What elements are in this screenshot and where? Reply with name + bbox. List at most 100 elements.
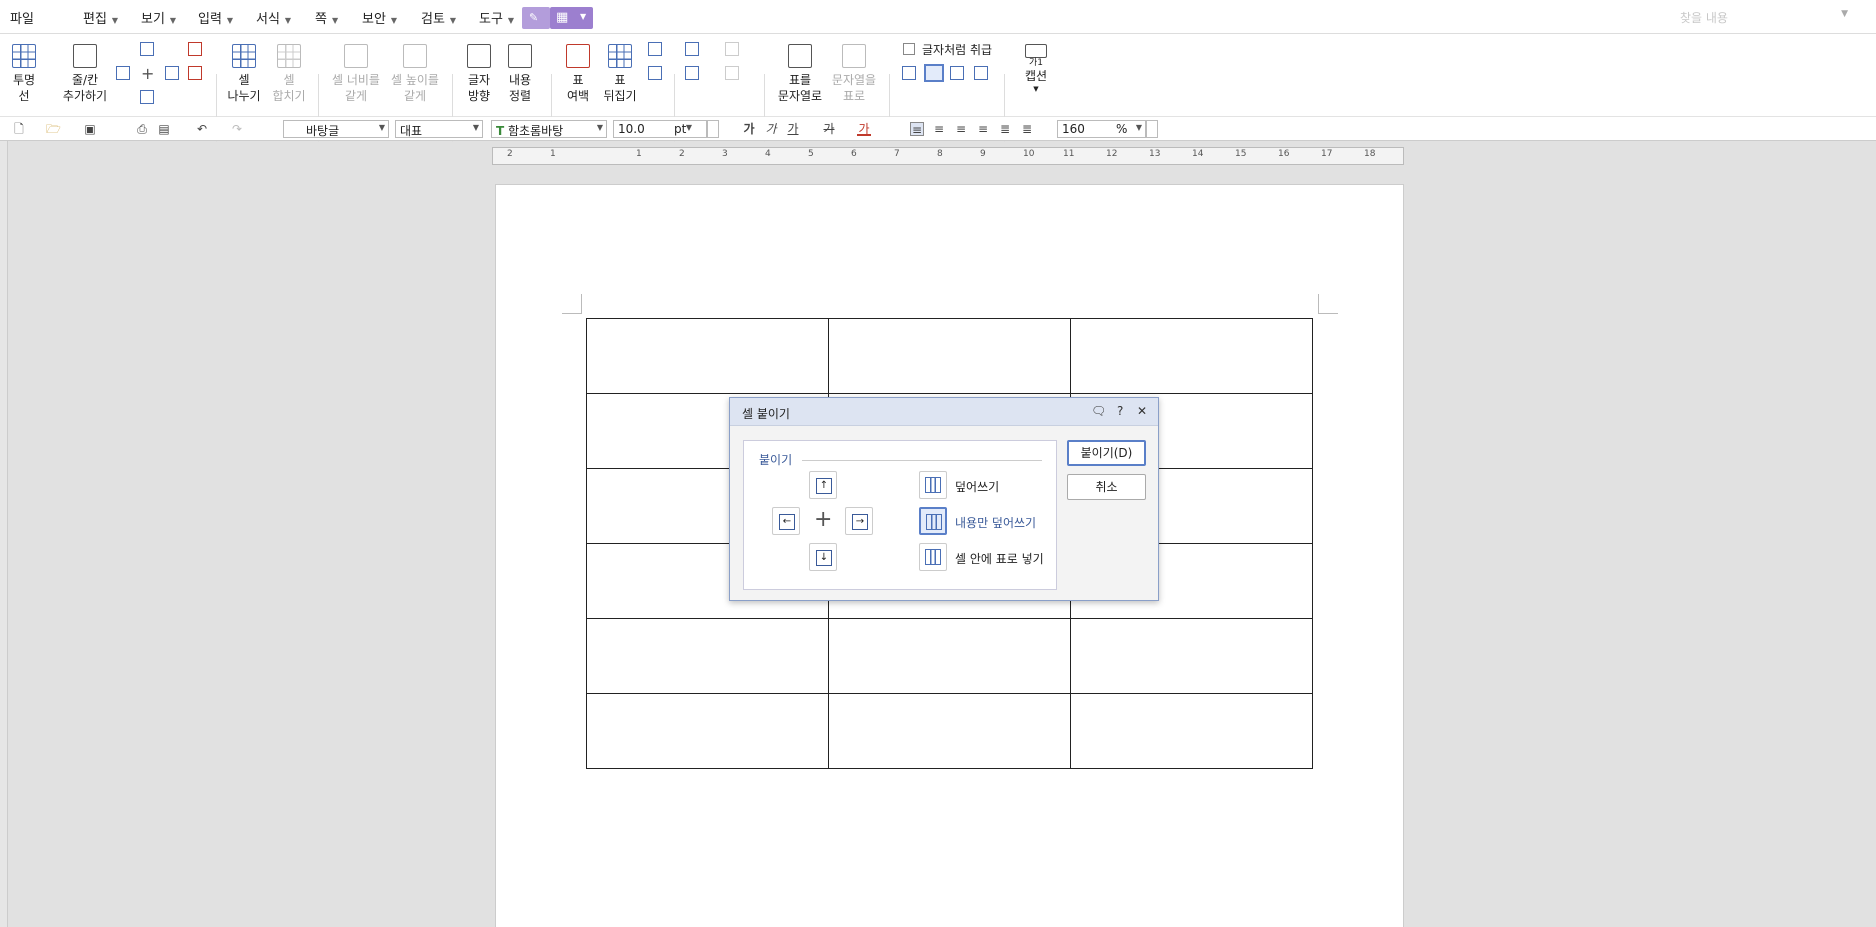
add-row-col-button[interactable]: 줄/칸 추가하기 xyxy=(60,44,110,104)
align-center-icon[interactable]: ≡ xyxy=(954,122,968,136)
strikethrough-icon[interactable]: 가 xyxy=(822,122,836,136)
wrap-topbottom-icon[interactable] xyxy=(924,64,944,82)
preview-icon[interactable]: ▤ xyxy=(157,122,171,136)
button-label: 셀 너비를 같게 xyxy=(332,73,380,103)
menu-tools[interactable]: 도구 ▼ xyxy=(479,8,514,27)
align-right-icon[interactable]: ≡ xyxy=(976,122,990,136)
menu-edit[interactable]: 편집 ▼ xyxy=(83,8,118,27)
paste-button[interactable]: 붙이기(D) xyxy=(1067,440,1146,466)
underline-icon[interactable]: 가 xyxy=(786,122,800,136)
menu-review[interactable]: 검토 ▼ xyxy=(421,8,456,27)
comment-icon[interactable]: 🗨 xyxy=(1091,404,1106,418)
caption-button[interactable]: 가1 캡션 ▼ xyxy=(1020,44,1052,94)
equal-height-button[interactable]: 셀 높이를 같게 xyxy=(388,44,442,104)
delete-row-icon[interactable] xyxy=(188,42,202,56)
text-to-table-icon xyxy=(842,44,866,68)
insert-col-left-icon[interactable] xyxy=(116,66,130,80)
table-cell[interactable] xyxy=(828,618,1071,694)
button-label: 셀 합치기 xyxy=(272,73,306,103)
save-icon[interactable]: ▣ xyxy=(83,122,97,136)
paste-left-button[interactable]: ← xyxy=(772,507,800,535)
table-layout-tab[interactable]: ▦ ▼ xyxy=(550,7,593,29)
calc-icon[interactable] xyxy=(725,66,739,80)
dialog-titlebar[interactable]: 셀 붙이기 🗨 ? ✕ xyxy=(730,398,1158,426)
font-size-input[interactable]: 10.0 pt ▼ xyxy=(613,120,707,138)
merge-cell-button[interactable]: 셀 합치기 xyxy=(272,44,306,104)
table-cell[interactable] xyxy=(828,318,1071,394)
align-justify-icon[interactable]: ≡ xyxy=(910,122,924,137)
text-direction-icon xyxy=(467,44,491,68)
paste-up-button[interactable]: ↑ xyxy=(809,471,837,499)
table-cell[interactable] xyxy=(828,693,1071,769)
insert-row-below-icon[interactable] xyxy=(140,90,154,104)
wrap-behind-icon[interactable] xyxy=(950,66,964,80)
content-align-button[interactable]: 내용 정렬 xyxy=(503,44,537,104)
formula-icon[interactable] xyxy=(725,42,739,56)
flip-table-button[interactable]: 표 뒤집기 xyxy=(603,44,637,104)
menu-view[interactable]: 보기 ▼ xyxy=(141,8,176,27)
overwrite-content-option[interactable]: 내용만 덮어쓰기 xyxy=(919,507,1059,535)
horizontal-ruler[interactable]: 2 1 1 2 3 4 5 6 7 8 9 10 11 12 13 14 15 … xyxy=(492,147,1404,165)
equal-width-button[interactable]: 셀 너비를 같게 xyxy=(329,44,383,104)
table-cell[interactable] xyxy=(1070,618,1313,694)
paste-right-button[interactable]: → xyxy=(845,507,873,535)
distribute-cols-icon[interactable] xyxy=(648,66,662,80)
font-size-stepper[interactable] xyxy=(707,120,719,138)
cell-attr-icon[interactable] xyxy=(685,42,699,56)
menu-format[interactable]: 서식 ▼ xyxy=(256,8,291,27)
wrap-front-icon[interactable] xyxy=(974,66,988,80)
italic-icon[interactable]: 가 xyxy=(764,122,778,136)
bold-icon[interactable]: 가 xyxy=(742,122,756,136)
undo-icon[interactable]: ↶ xyxy=(195,122,209,136)
distribute-icon[interactable]: ≣ xyxy=(998,122,1012,136)
table-cell[interactable] xyxy=(586,693,829,769)
transparent-line-button[interactable]: 투명 선 xyxy=(9,44,39,104)
help-icon[interactable]: ? xyxy=(1117,404,1123,418)
zoom-input[interactable]: 160% ▼ xyxy=(1057,120,1146,138)
paste-down-button[interactable]: ↓ xyxy=(809,543,837,571)
delete-col-icon[interactable] xyxy=(188,66,202,80)
distribute-rows-icon[interactable] xyxy=(648,42,662,56)
close-icon[interactable]: ✕ xyxy=(1137,404,1147,418)
split-cell-button[interactable]: 셀 나누기 xyxy=(227,44,261,104)
table-design-tab[interactable]: ✎ xyxy=(522,7,550,29)
cancel-button[interactable]: 취소 xyxy=(1067,474,1146,500)
crop-mark xyxy=(562,294,582,314)
insert-col-right-icon[interactable] xyxy=(165,66,179,80)
menu-insert[interactable]: 입력 ▼ xyxy=(198,8,233,27)
insert-row-above-icon[interactable] xyxy=(140,42,154,56)
menu-security[interactable]: 보안 ▼ xyxy=(362,8,397,27)
font-color-icon[interactable]: 가 xyxy=(857,122,871,136)
font-select[interactable]: T 함초롬바탕 ▼ xyxy=(491,120,607,138)
paste-group: 붙이기 ↑ ← + → ↓ 덮어쓰기 내용만 덮어쓰기 셀 안에 표로 넣기 xyxy=(743,440,1057,590)
text-direction-button[interactable]: 글자 방향 xyxy=(462,44,496,104)
button-label: 글자 방향 xyxy=(467,73,491,103)
treat-as-char-label: 글자처럼 취급 xyxy=(922,43,993,57)
zoom-stepper[interactable] xyxy=(1146,120,1158,138)
overwrite-option[interactable]: 덮어쓰기 xyxy=(919,471,1059,499)
redo-icon[interactable]: ↷ xyxy=(230,122,244,136)
table-cell[interactable] xyxy=(586,318,829,394)
ruler-label: 16 xyxy=(1278,149,1290,159)
treat-as-char-checkbox[interactable] xyxy=(903,43,915,55)
table-cell[interactable] xyxy=(1070,318,1313,394)
nested-table-option[interactable]: 셀 안에 표로 넣기 xyxy=(919,543,1059,571)
new-doc-icon[interactable]: 🗋 xyxy=(12,122,26,136)
table-cell[interactable] xyxy=(1070,693,1313,769)
print-icon[interactable]: ⎙ xyxy=(135,122,149,136)
table-to-text-button[interactable]: 표를 문자열로 xyxy=(776,44,824,104)
text-to-table-button[interactable]: 문자열을 표로 xyxy=(830,44,878,104)
menu-file[interactable]: 파일 xyxy=(10,8,34,27)
align-left-icon[interactable]: ≡ xyxy=(932,122,946,136)
table-margin-button[interactable]: 표 여백 xyxy=(561,44,595,104)
search-input[interactable]: 찾을 내용 ▼ xyxy=(1668,7,1858,27)
split-align-icon[interactable]: ≣ xyxy=(1020,122,1034,136)
style-select[interactable]: 바탕글 ▼ xyxy=(283,120,389,138)
table-cell[interactable] xyxy=(586,618,829,694)
menu-page[interactable]: 쪽 ▼ xyxy=(315,8,338,27)
language-select[interactable]: 대표 ▼ xyxy=(395,120,483,138)
wrap-square-icon[interactable] xyxy=(902,66,916,80)
button-label: 셀 나누기 xyxy=(227,73,261,103)
cell-border-icon[interactable] xyxy=(685,66,699,80)
open-folder-icon[interactable]: 🗁 xyxy=(46,122,61,136)
